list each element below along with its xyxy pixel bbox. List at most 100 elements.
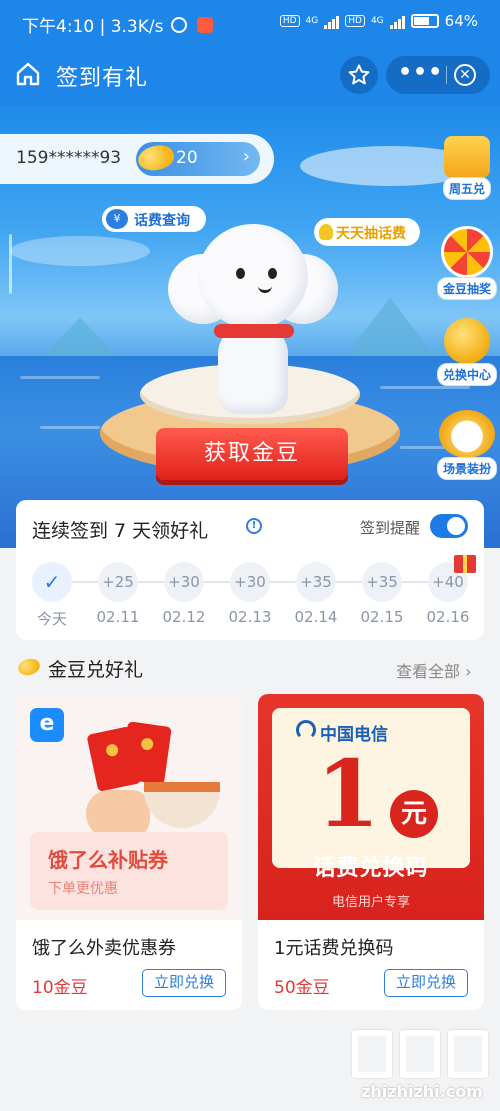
food-bowl-illustration bbox=[144, 782, 220, 828]
day-date: 02.15 bbox=[360, 608, 404, 626]
bean-count: 20 bbox=[176, 148, 198, 168]
day-reward: +30 bbox=[230, 562, 270, 602]
close-icon[interactable]: ✕ bbox=[454, 64, 476, 86]
coupon-subtitle: 下单更优惠 bbox=[48, 881, 118, 897]
watermark-text: zhizhizhi.com bbox=[361, 1082, 483, 1101]
sign-day[interactable]: ✓ 今天 bbox=[22, 562, 82, 629]
product-image: 中国电信 1 元 话费兑换码 电信用户专享 bbox=[258, 694, 484, 920]
app-notification-icon bbox=[197, 16, 214, 33]
voucher-ticket: 中国电信 1 元 bbox=[272, 708, 470, 868]
remind-label: 签到提醒 bbox=[360, 519, 421, 537]
gift-icon bbox=[454, 555, 476, 573]
side-item-dressup[interactable]: 场景装扮 bbox=[436, 410, 498, 480]
voucher-subtitle: 电信用户专享 bbox=[331, 895, 410, 910]
sign-day[interactable]: +30 02.13 bbox=[220, 562, 280, 626]
side-item-friday[interactable]: 周五兑 bbox=[436, 136, 498, 200]
day-date: 02.12 bbox=[162, 608, 206, 626]
sign-day[interactable]: +35 02.15 bbox=[352, 562, 412, 626]
voucher-amount: 1 bbox=[316, 740, 381, 848]
chevron-right-icon: › bbox=[242, 146, 250, 167]
product-name: 1元话费兑换码 bbox=[274, 938, 394, 959]
view-all-link[interactable]: 查看全部 › bbox=[396, 658, 472, 682]
product-price: 50金豆 bbox=[274, 978, 330, 998]
nav-bar: 签到有礼 ••• ✕ bbox=[0, 44, 500, 106]
sign-in-card: 连续签到 7 天领好礼 ! 签到提醒 ✓ 今天 +25 02.11 +30 02… bbox=[16, 500, 484, 640]
watermark-glyph bbox=[400, 1030, 440, 1078]
hd-voice-icon: HD bbox=[279, 15, 300, 27]
product-name: 饿了么外卖优惠券 bbox=[32, 938, 176, 959]
home-icon[interactable] bbox=[14, 60, 42, 88]
red-packet-icon bbox=[120, 721, 172, 785]
check-icon: ✓ bbox=[32, 562, 72, 602]
network-type-2: 4G bbox=[370, 16, 384, 26]
side-item-label: 金豆抽奖 bbox=[436, 277, 497, 300]
coin-exchange-icon bbox=[444, 318, 490, 364]
sign-day[interactable]: +25 02.11 bbox=[88, 562, 148, 626]
signal-icon-2 bbox=[389, 13, 405, 29]
battery-icon bbox=[410, 14, 439, 28]
daily-draw-label: 天天抽话费 bbox=[336, 226, 406, 242]
product-card-eleme[interactable]: e 饿了么补贴券 下单更优惠 饿了么外卖优惠券 10金豆 立即兑换 bbox=[16, 694, 242, 1010]
side-item-label: 周五兑 bbox=[442, 177, 491, 200]
sky-cloud bbox=[10, 236, 150, 266]
hero-banner: 159******93 20 › ¥ 话费查询 天天抽话费 获取金豆 周五兑 金… bbox=[0, 106, 500, 548]
product-card-telecom[interactable]: 中国电信 1 元 话费兑换码 电信用户专享 1元话费兑换码 50金豆 立即兑换 bbox=[258, 694, 484, 1010]
cloud-mascot bbox=[168, 224, 338, 414]
page-title: 签到有礼 bbox=[56, 66, 149, 91]
gold-bean-icon bbox=[16, 656, 42, 678]
side-item-label: 场景装扮 bbox=[436, 457, 497, 480]
info-icon[interactable]: ! bbox=[246, 518, 262, 534]
mini-program-capsule: ••• ✕ bbox=[386, 56, 490, 94]
day-reward: +35 bbox=[296, 562, 336, 602]
sign-day[interactable]: +30 02.12 bbox=[154, 562, 214, 626]
gift-box-icon bbox=[444, 136, 490, 178]
favorite-button[interactable] bbox=[340, 56, 378, 94]
china-telecom-logo-icon bbox=[296, 720, 316, 740]
coupon-banner: 饿了么补贴券 下单更优惠 bbox=[30, 832, 228, 910]
account-pill[interactable]: 159******93 20 › bbox=[0, 134, 274, 184]
voucher-unit: 元 bbox=[390, 790, 438, 838]
remind-toggle[interactable] bbox=[430, 514, 468, 538]
day-date: 今天 bbox=[36, 610, 67, 628]
redeem-button[interactable]: 立即兑换 bbox=[142, 969, 226, 997]
get-beans-button[interactable]: 获取金豆 bbox=[156, 428, 348, 480]
star-icon bbox=[348, 64, 370, 85]
section-title: 金豆兑好礼 bbox=[48, 659, 144, 681]
product-image: e 饿了么补贴券 下单更优惠 bbox=[16, 694, 242, 920]
gold-bean-icon bbox=[135, 141, 177, 175]
hd-voice-icon-2: HD bbox=[345, 15, 365, 27]
side-item-exchange[interactable]: 兑换中心 bbox=[436, 318, 498, 386]
voucher-title: 话费兑换码 bbox=[313, 856, 429, 881]
watermark-glyph bbox=[448, 1030, 488, 1078]
status-bar: 下午4:10 | 3.3K/s HD 4G HD 4G 64% bbox=[0, 0, 500, 44]
more-button[interactable]: ••• bbox=[398, 60, 442, 85]
day-date: 02.11 bbox=[96, 608, 140, 626]
phone-number: 159******93 bbox=[16, 148, 122, 168]
scroll-indicator bbox=[9, 234, 12, 294]
product-price: 10金豆 bbox=[32, 978, 88, 998]
watermark-glyph bbox=[352, 1030, 392, 1078]
day-date: 02.14 bbox=[294, 608, 338, 626]
capsule-divider bbox=[446, 66, 447, 84]
signal-icon bbox=[324, 13, 340, 29]
sign-in-title: 连续签到 7 天领好礼 bbox=[32, 520, 209, 542]
day-reward: +25 bbox=[98, 562, 138, 602]
mascot-dressup-icon bbox=[439, 410, 495, 458]
network-type-1: 4G bbox=[305, 16, 319, 26]
prize-wheel-icon bbox=[441, 226, 493, 278]
day-reward: +35 bbox=[362, 562, 402, 602]
coin-stack-icon: ¥ bbox=[106, 209, 128, 229]
coupon-title: 饿了么补贴券 bbox=[48, 848, 168, 872]
day-date: 02.16 bbox=[426, 608, 470, 626]
sign-day[interactable]: +35 02.14 bbox=[286, 562, 346, 626]
day-date: 02.13 bbox=[228, 608, 272, 626]
status-time: 下午4:10 | 3.3K/s bbox=[22, 17, 164, 37]
site-watermark: zhizhizhi.com bbox=[352, 1030, 492, 1104]
bean-balance[interactable]: 20 › bbox=[135, 141, 260, 176]
side-item-lottery[interactable]: 金豆抽奖 bbox=[436, 226, 498, 300]
battery-percent: 64% bbox=[444, 12, 478, 30]
side-item-label: 兑换中心 bbox=[436, 363, 497, 386]
eleme-logo: e bbox=[30, 708, 64, 742]
redeem-button[interactable]: 立即兑换 bbox=[384, 969, 468, 997]
alarm-icon bbox=[171, 16, 188, 33]
